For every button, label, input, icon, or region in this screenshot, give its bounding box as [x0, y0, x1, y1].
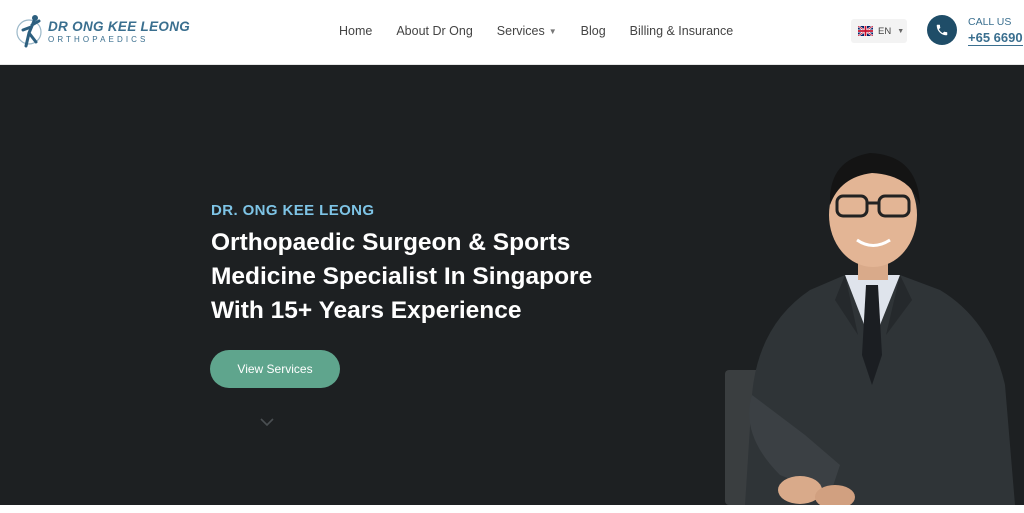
chevron-down-icon: ▼ [548, 27, 557, 36]
main-nav: Home About Dr Ong Services ▼ Blog Billing… [339, 24, 757, 38]
chevron-down-icon: ▼ [897, 27, 905, 35]
logo-subtitle: ORTHOPAEDICS [48, 34, 149, 44]
page-bottom-strip [0, 505, 1024, 513]
nav-services[interactable]: Services ▼ [497, 24, 557, 38]
view-services-button[interactable]: View Services [210, 350, 340, 388]
logo[interactable]: DR ONG KEE LEONG ORTHOPAEDICS [14, 12, 190, 52]
phone-icon [936, 24, 948, 36]
uk-flag-icon [858, 26, 873, 36]
nav-about[interactable]: About Dr Ong [396, 24, 472, 38]
hero-banner: DR. ONG KEE LEONG Orthopaedic Surgeon & … [0, 65, 1024, 505]
chevron-down-icon[interactable] [259, 416, 275, 428]
language-code: EN [878, 25, 892, 37]
logo-name: DR ONG KEE LEONG [48, 19, 191, 35]
hero-eyebrow: DR. ONG KEE LEONG [211, 202, 375, 219]
nav-home[interactable]: Home [339, 24, 372, 38]
phone-number-link[interactable]: +65 6690 [968, 30, 1023, 46]
hero-headline: Orthopaedic Surgeon & Sports Medicine Sp… [211, 229, 593, 324]
nav-billing[interactable]: Billing & Insurance [630, 24, 734, 38]
call-us-label: CALL US [968, 16, 1012, 28]
logo-figure-icon [16, 15, 42, 48]
site-header: DR ONG KEE LEONG ORTHOPAEDICS Home About… [0, 0, 1024, 65]
doctor-portrait [725, 153, 1015, 505]
language-selector[interactable]: EN ▼ [851, 19, 907, 43]
phone-button[interactable] [927, 15, 957, 45]
nav-blog[interactable]: Blog [581, 24, 606, 38]
